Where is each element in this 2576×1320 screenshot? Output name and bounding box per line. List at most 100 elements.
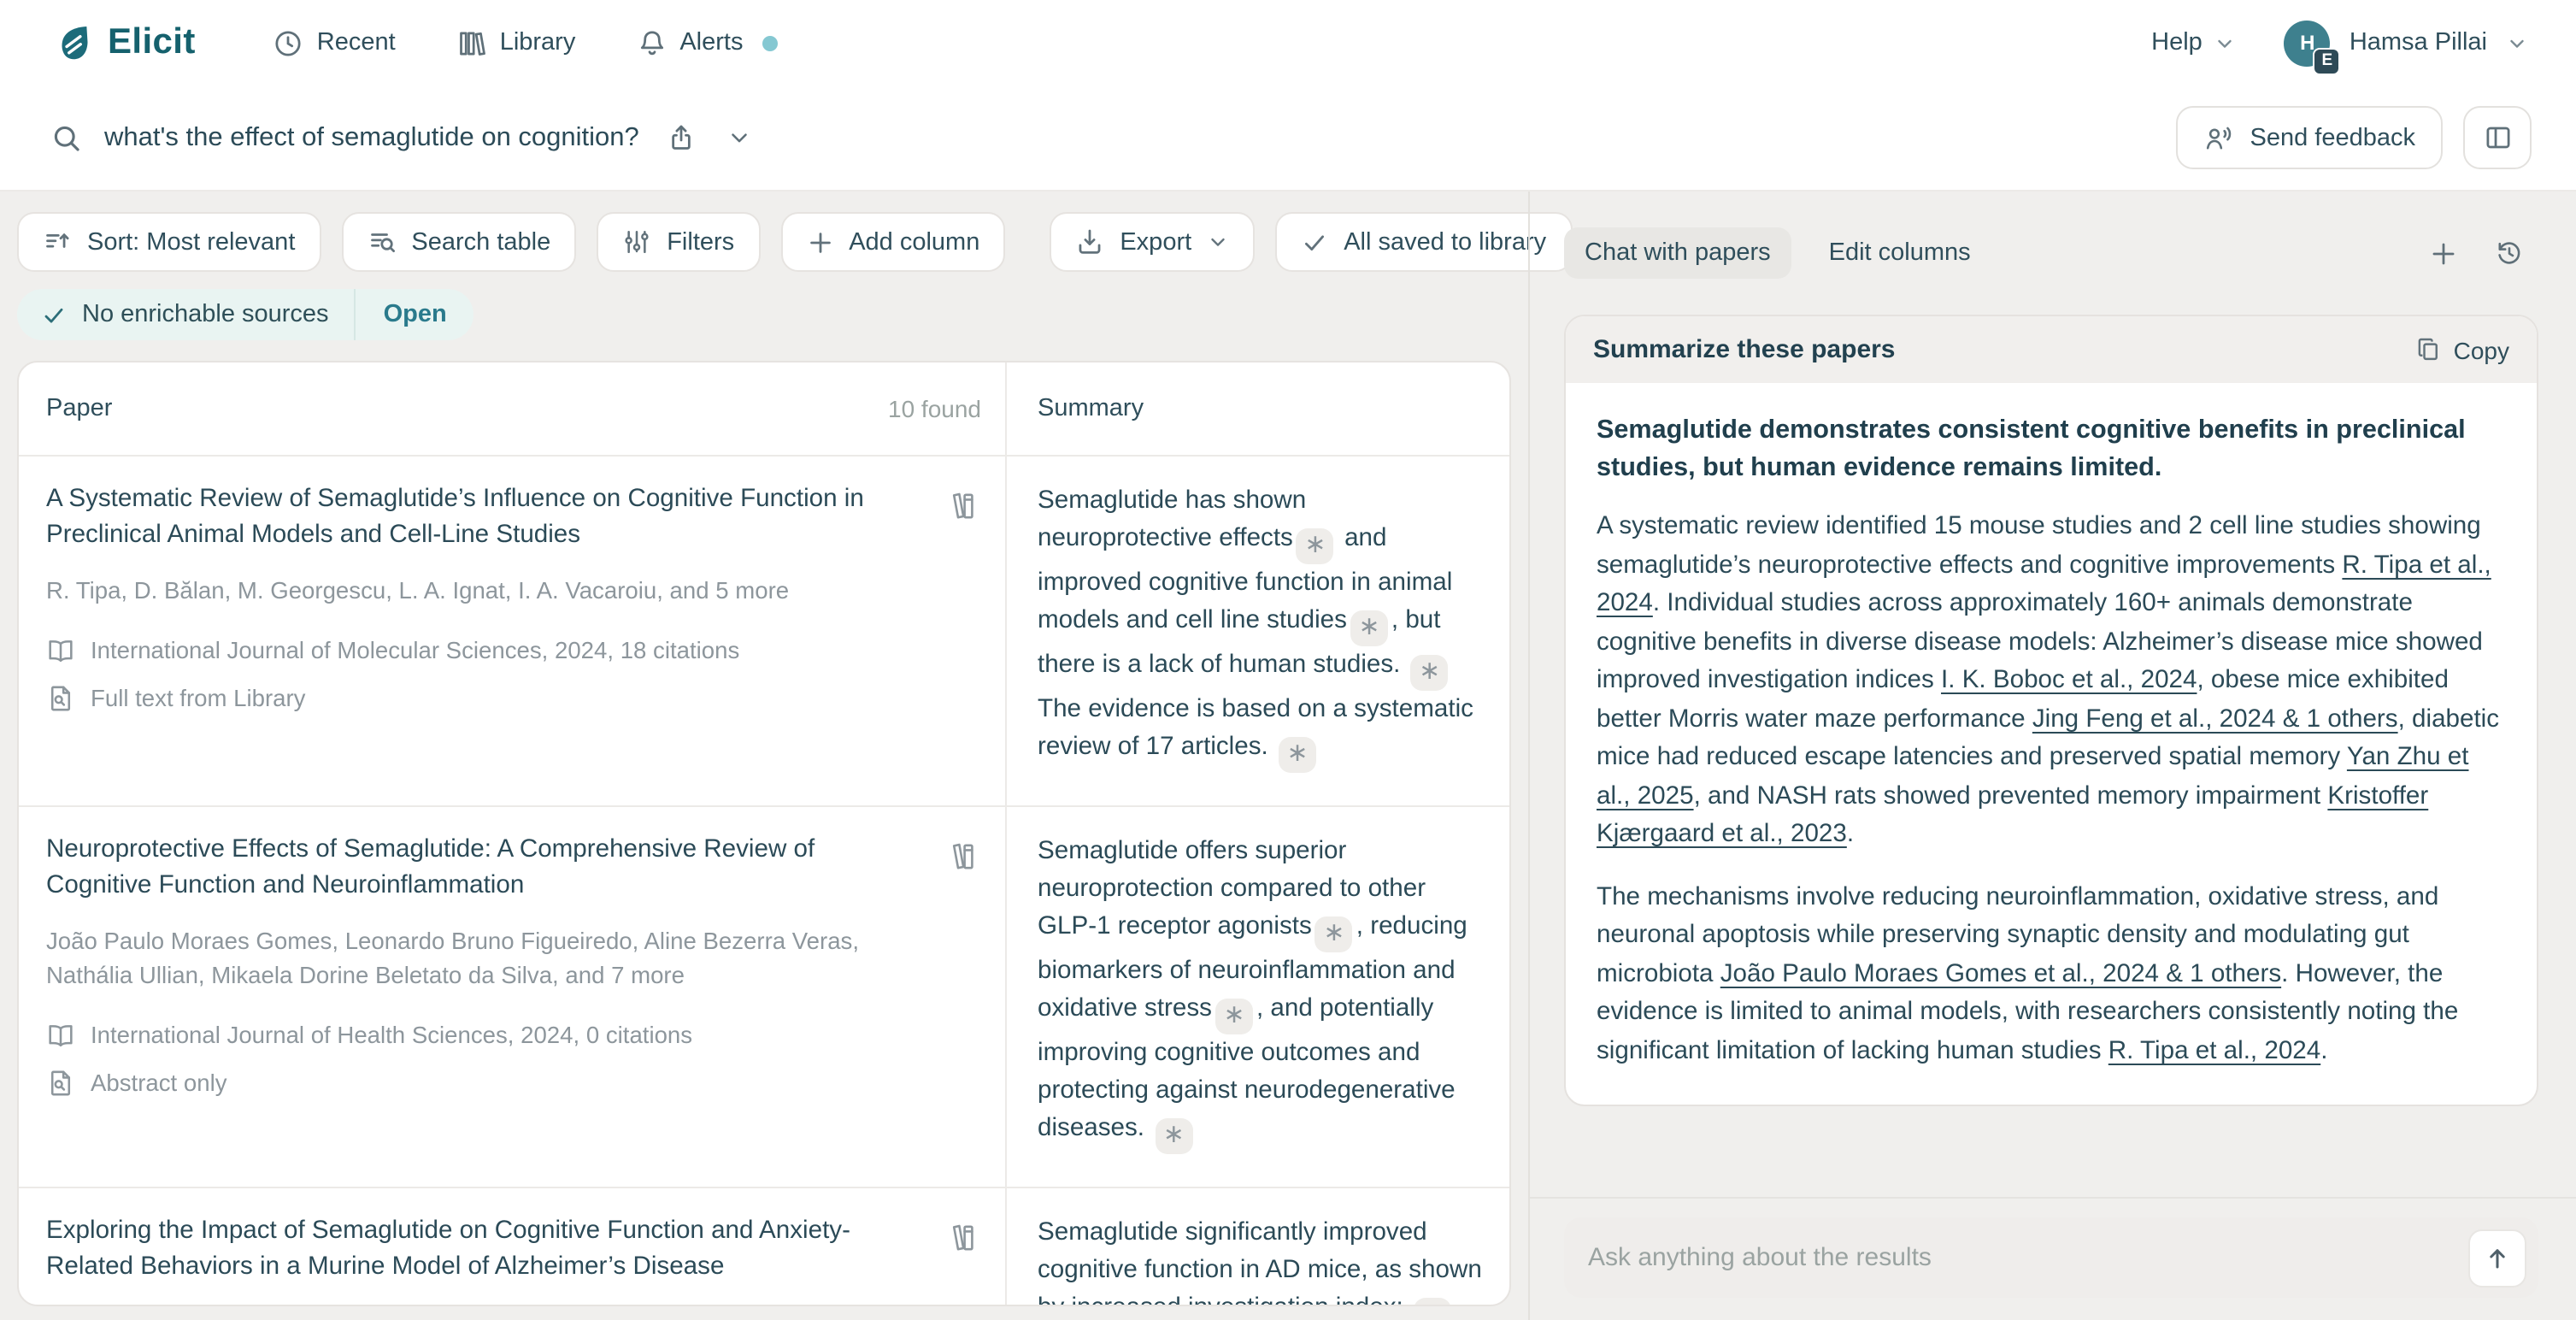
open-paper-books-icon[interactable]: [945, 489, 979, 523]
summary-column-header: Summary: [1007, 362, 1509, 455]
citation-asterisk-chip[interactable]: ∗: [1350, 610, 1388, 646]
main-content: Sort: Most relevant Search table Filters: [0, 192, 2576, 1320]
citation-link[interactable]: Kristoffer Kjærgaard et al., 2023: [1597, 783, 2428, 849]
access-info: Full text from Library: [46, 684, 988, 713]
chat-history-icon[interactable]: [2494, 238, 2525, 268]
citation-asterisk-chip[interactable]: ∗: [1414, 1298, 1451, 1305]
clock-icon: [274, 28, 303, 57]
share-icon[interactable]: [667, 123, 696, 152]
tab-chat-with-papers[interactable]: Chat with papers: [1564, 227, 1791, 279]
chat-panel-tabs: Chat with papers Edit columns: [1564, 227, 2525, 279]
banner-open-button[interactable]: Open: [356, 289, 474, 340]
summary-heading: Semaglutide demonstrates consistent cogn…: [1597, 412, 2506, 486]
sort-icon: [43, 227, 72, 256]
open-paper-books-icon[interactable]: [945, 1221, 979, 1255]
paper-title-link[interactable]: Neuroprotective Effects of Semaglutide: …: [46, 832, 988, 904]
table-row: A Systematic Review of Semaglutide’s Inf…: [19, 455, 1509, 804]
citation-link[interactable]: I. K. Boboc et al., 2024: [1941, 668, 2197, 695]
nav-item-alerts[interactable]: Alerts: [637, 28, 777, 57]
journal-text: International Journal of Health Sciences…: [91, 1022, 692, 1047]
paper-authors: R. Tipa, D. Bălan, M. Georgescu, L. A. I…: [46, 575, 988, 609]
search-options-chevron-icon[interactable]: [726, 125, 752, 150]
document-search-icon: [46, 1068, 75, 1097]
citation-asterisk-chip[interactable]: ∗: [1155, 1118, 1192, 1154]
citation-link[interactable]: Jing Feng et al., 2024 & 1 others: [2032, 706, 2398, 734]
sort-label: Sort: Most relevant: [87, 228, 295, 256]
open-paper-books-icon[interactable]: [945, 839, 979, 873]
citation-asterisk-chip[interactable]: ∗: [1215, 998, 1253, 1034]
paper-cell: Exploring the Impact of Semaglutide on C…: [19, 1188, 1007, 1305]
summary-card-header: Summarize these papers Copy: [1566, 316, 2537, 383]
citation-link[interactable]: João Paulo Moraes Gomes et al., 2024 & 1…: [1720, 961, 2281, 988]
send-message-button[interactable]: [2468, 1229, 2526, 1287]
search-table-label: Search table: [411, 228, 550, 256]
tab-edit-columns[interactable]: Edit columns: [1808, 227, 1991, 279]
check-icon: [1301, 228, 1328, 256]
citation-asterisk-chip[interactable]: ∗: [1315, 916, 1353, 952]
add-column-button[interactable]: Add column: [780, 212, 1005, 272]
copy-label: Copy: [2454, 336, 2509, 363]
summary-text: Semaglutide significantly improved cogni…: [1038, 1214, 1482, 1305]
results-table: Paper 10 found Summary A Systematic Revi…: [17, 361, 1511, 1306]
no-enrichable-sources-status: No enrichable sources: [17, 289, 355, 340]
paper-count: 10 found: [888, 395, 981, 422]
export-button[interactable]: Export: [1050, 212, 1255, 272]
citation-asterisk-chip[interactable]: ∗: [1411, 654, 1449, 690]
summary-paragraph: The mechanisms involve reducing neuroinf…: [1597, 879, 2506, 1071]
chevron-down-icon: [2214, 32, 2237, 54]
citation-link[interactable]: R. Tipa et al., 2024: [2108, 1037, 2320, 1064]
copy-icon: [2416, 337, 2442, 362]
books-icon: [457, 28, 486, 57]
main-nav: Recent Library Alerts: [274, 28, 778, 57]
elicit-logo[interactable]: Elicit: [51, 21, 196, 64]
access-text: Abstract only: [91, 1070, 227, 1095]
plus-icon: [806, 228, 833, 256]
citation-link[interactable]: R. Tipa et al., 2024: [1597, 552, 2491, 618]
chevron-down-icon: [2506, 32, 2528, 54]
access-info: Abstract only: [46, 1068, 988, 1097]
nav-label: Recent: [317, 29, 396, 56]
search-table-button[interactable]: Search table: [341, 212, 576, 272]
journal-info: International Journal of Molecular Scien…: [46, 636, 988, 665]
new-chat-plus-icon[interactable]: [2429, 239, 2458, 268]
elicit-logo-icon: [51, 21, 94, 64]
user-menu[interactable]: H E Hamsa Pillai: [2285, 20, 2528, 66]
search-query-input[interactable]: what's the effect of semaglutide on cogn…: [104, 122, 639, 153]
help-menu[interactable]: Help: [2151, 29, 2237, 56]
chat-panel: Chat with papers Edit columns Summarize …: [1528, 192, 2576, 1320]
primary-nav-bar: Elicit Recent Library: [0, 0, 2576, 85]
copy-button[interactable]: Copy: [2416, 336, 2509, 363]
toggle-side-panel-button[interactable]: [2463, 106, 2532, 169]
nav-item-recent[interactable]: Recent: [274, 28, 396, 57]
chevron-down-icon: [1207, 231, 1229, 253]
table-row: Exploring the Impact of Semaglutide on C…: [19, 1187, 1509, 1305]
citation-asterisk-chip[interactable]: ∗: [1279, 736, 1316, 772]
summary-cell: Semaglutide has shown neuroprotective ef…: [1007, 457, 1509, 804]
ask-input[interactable]: [1588, 1243, 2468, 1272]
nav-item-library[interactable]: Library: [457, 28, 576, 57]
sort-button[interactable]: Sort: Most relevant: [17, 212, 321, 272]
chat-panel-actions: [2429, 238, 2525, 268]
bell-icon: [637, 28, 666, 57]
export-label: Export: [1120, 228, 1191, 256]
paper-title-link[interactable]: Exploring the Impact of Semaglutide on C…: [46, 1214, 988, 1286]
paper-title-link[interactable]: A Systematic Review of Semaglutide’s Inf…: [46, 482, 988, 554]
results-toolbar: Sort: Most relevant Search table Filters: [17, 212, 1511, 272]
paper-authors: João Paulo Moraes Gomes, Leonardo Bruno …: [46, 924, 988, 993]
paper-cell: Neuroprotective Effects of Semaglutide: …: [19, 806, 1007, 1186]
enrichable-banner-row: No enrichable sources Open: [17, 289, 1511, 340]
summary-header-label: Summary: [1038, 395, 1144, 422]
document-search-icon: [46, 684, 75, 713]
summary-card-title: Summarize these papers: [1593, 335, 1896, 364]
summary-paragraphs: A systematic review identified 15 mouse …: [1597, 509, 2506, 1071]
arrow-up-icon: [2484, 1244, 2511, 1271]
avatar-badge: E: [2314, 47, 2341, 74]
send-feedback-button[interactable]: Send feedback: [2177, 106, 2444, 169]
summary-text: Semaglutide offers superior neuroprotect…: [1038, 832, 1482, 1153]
header-right: Help H E Hamsa Pillai: [2151, 20, 2528, 66]
no-enrichable-sources-pill: No enrichable sources Open: [17, 289, 474, 340]
paper-header-label: Paper: [46, 395, 112, 422]
nav-label: Alerts: [679, 29, 743, 56]
citation-asterisk-chip[interactable]: ∗: [1297, 528, 1334, 564]
filters-button[interactable]: Filters: [597, 212, 760, 272]
